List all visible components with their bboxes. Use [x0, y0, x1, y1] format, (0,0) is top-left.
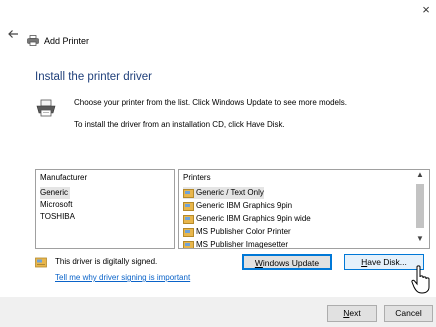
back-arrow-icon[interactable] [7, 28, 19, 40]
printers-list[interactable]: Printers Generic / Text Only Generic IBM… [178, 169, 430, 249]
list-item[interactable]: MS Publisher Color Printer [183, 226, 291, 238]
printer-driver-icon [183, 201, 194, 211]
printer-driver-icon [183, 214, 194, 224]
printer-icon [27, 35, 39, 46]
instruction-text: To install the driver from an installati… [74, 120, 285, 129]
list-item[interactable]: TOSHIBA [40, 211, 77, 223]
scrollbar-thumb[interactable] [416, 184, 424, 228]
printers-header: Printers [183, 173, 211, 182]
list-item[interactable]: MS Publisher Imagesetter [183, 239, 289, 249]
manufacturer-header: Manufacturer [40, 173, 88, 182]
list-item[interactable]: Generic / Text Only [183, 187, 264, 199]
driver-signing-link[interactable]: Tell me why driver signing is important [55, 273, 190, 282]
list-item-label: MS Publisher Color Printer [196, 227, 291, 236]
signed-driver-icon [35, 257, 47, 268]
list-item-label: MS Publisher Imagesetter [196, 240, 289, 249]
printer-icon [36, 99, 56, 117]
instruction-text: Choose your printer from the list. Click… [74, 98, 347, 107]
manufacturer-list[interactable]: Manufacturer Generic Microsoft TOSHIBA [35, 169, 175, 249]
list-item-label: Generic / Text Only [196, 188, 264, 197]
close-button[interactable]: × [418, 2, 434, 18]
windows-update-button[interactable]: Windows Update [242, 254, 332, 270]
list-item-label: Generic IBM Graphics 9pin wide [196, 214, 311, 223]
scroll-up-icon[interactable]: ▲ [413, 170, 427, 182]
window-title: Add Printer [44, 36, 90, 46]
signed-status-text: This driver is digitally signed. [55, 257, 158, 266]
list-item[interactable]: Generic [40, 187, 71, 199]
list-item-label: Generic IBM Graphics 9pin [196, 201, 293, 210]
page-heading: Install the printer driver [35, 71, 152, 83]
printer-driver-icon [183, 227, 194, 237]
list-item[interactable]: Microsoft [40, 199, 74, 211]
list-item[interactable]: Generic IBM Graphics 9pin [183, 200, 292, 212]
scroll-down-icon[interactable]: ▼ [413, 234, 427, 246]
next-button[interactable]: Next [327, 305, 377, 322]
mouse-cursor-icon [411, 265, 430, 294]
printer-driver-icon [183, 240, 194, 248]
printer-driver-icon [183, 188, 194, 198]
cancel-button[interactable]: Cancel [384, 305, 433, 322]
list-item[interactable]: Generic IBM Graphics 9pin wide [183, 213, 311, 225]
